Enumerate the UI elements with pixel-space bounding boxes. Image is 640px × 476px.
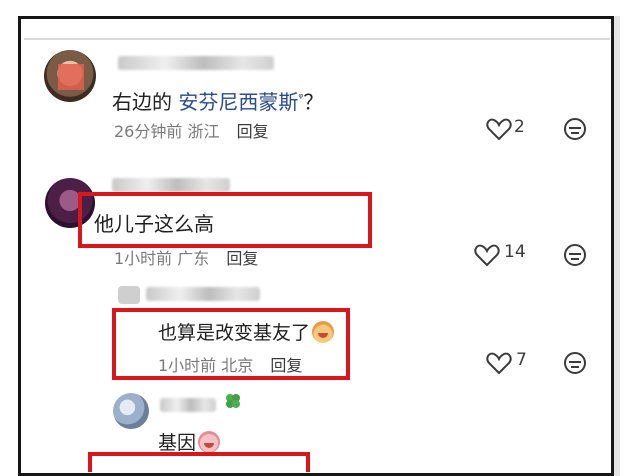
comment-text: 右边的 安芬尼西蒙斯ᵠ？ [112,86,323,115]
location: 浙江 [187,122,220,141]
like-count: 14 [504,242,526,262]
comment-meta: 1小时前 广东 回复 [114,245,258,269]
timestamp: 1小时前 [114,249,173,268]
comment-text: 基因 [158,428,221,455]
timestamp: 26分钟前 [114,122,183,141]
heart-icon[interactable] [486,351,512,375]
comment-meta: 26分钟前 浙江 回复 [114,118,269,142]
mention-link[interactable]: 安芬尼西蒙斯ᵠ [178,90,303,114]
mention-text[interactable]: 安芬尼西蒙斯 [178,90,298,114]
avatar[interactable] [113,393,149,429]
avatar[interactable] [44,50,96,102]
username-blurred[interactable] [146,287,260,301]
comment-text-value: 基因 [158,432,197,454]
heart-icon[interactable] [486,117,512,141]
emoji-icon[interactable] [564,244,586,266]
highlight-box [88,452,310,472]
username-blurred[interactable] [118,56,274,70]
comment-text-prefix: 右边的 [112,90,172,114]
emoji-icon[interactable] [564,352,586,374]
divider [24,38,610,40]
highlight-box [112,308,350,380]
heart-icon[interactable] [474,243,500,267]
clover-icon [226,394,240,408]
highlight-box [78,192,372,248]
emoji-icon [198,431,221,453]
emoji-icon[interactable] [564,118,586,140]
username-blurred[interactable] [160,398,216,412]
like-count: 2 [514,117,525,137]
like-count: 7 [516,350,527,370]
avatar[interactable] [118,286,140,304]
reply-button[interactable]: 回复 [237,122,269,141]
reply-button[interactable]: 回复 [226,249,258,268]
comment-text-suffix: ？ [303,90,324,114]
username-blurred[interactable] [112,178,230,192]
location: 广东 [177,249,210,268]
